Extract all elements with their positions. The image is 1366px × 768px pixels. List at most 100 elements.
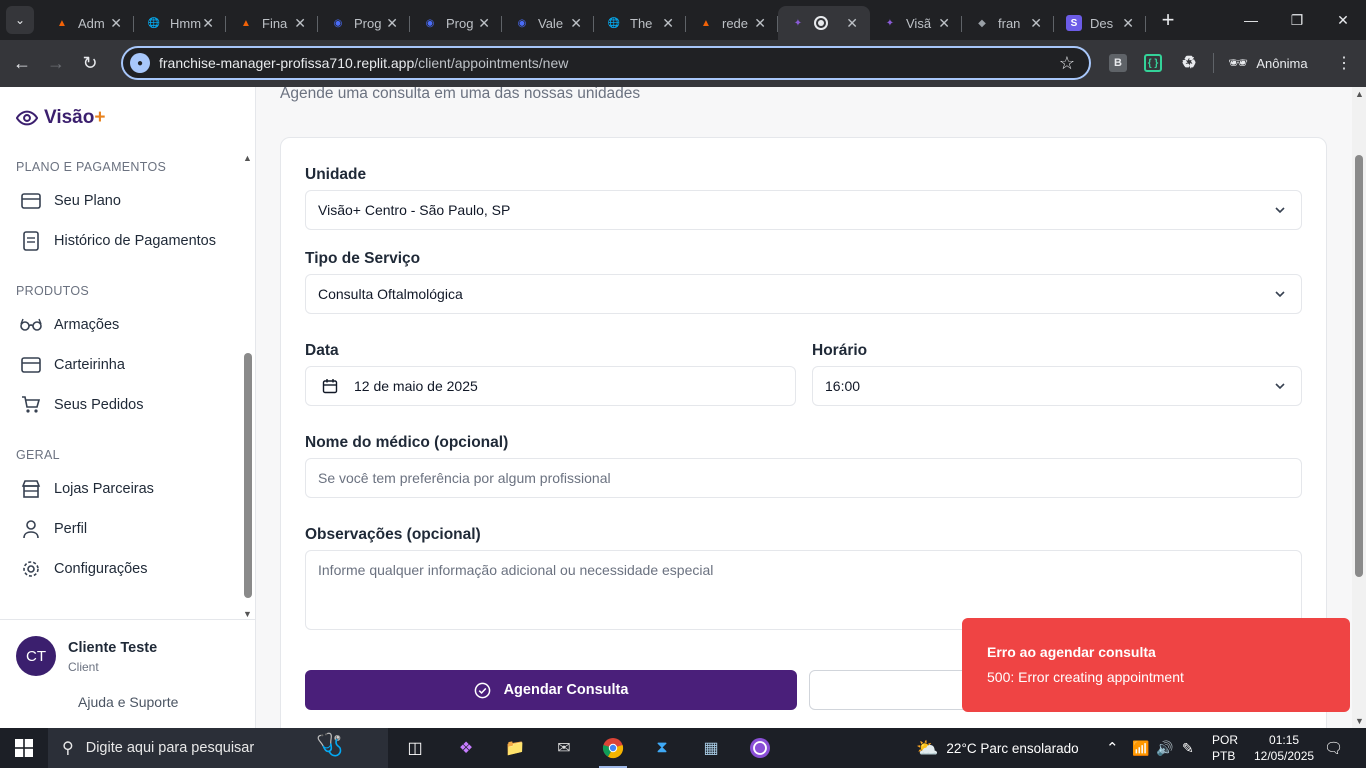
sidebar-item-pedidos[interactable]: Seus Pedidos [20, 387, 230, 423]
browser-tab[interactable]: ✦ Visã ✕ [870, 6, 962, 40]
submit-appointment-button[interactable]: Agendar Consulta [305, 670, 797, 710]
browser-tab[interactable]: 🌐 The ✕ [594, 6, 686, 40]
browser-menu-icon[interactable]: ⋮ [1336, 53, 1352, 73]
sidebar-item-historico[interactable]: Histórico de Pagamentos [20, 223, 230, 259]
edge-icon[interactable]: ⧗ [644, 732, 680, 764]
close-tab-icon[interactable]: ✕ [662, 15, 674, 32]
copilot-icon[interactable]: ❖ [448, 732, 484, 764]
extension-bracket-icon[interactable]: { } [1140, 50, 1166, 76]
chevron-down-icon [1275, 291, 1285, 298]
close-tab-icon[interactable]: ✕ [938, 15, 950, 32]
volume-icon[interactable]: 🔊 [1156, 728, 1173, 768]
unit-select[interactable]: Visão+ Centro - São Paulo, SP [305, 190, 1302, 230]
browser-tab[interactable]: ▲ rede ✕ [686, 6, 778, 40]
extension-b-icon[interactable]: B [1105, 50, 1131, 76]
avatar[interactable]: CT [16, 636, 56, 676]
new-tab-button[interactable]: + [1154, 7, 1182, 33]
pen-icon[interactable]: ✎ [1182, 728, 1194, 768]
help-link[interactable]: Ajuda e Suporte [78, 694, 178, 710]
language-code: POR [1212, 733, 1239, 747]
notes-app-icon[interactable]: ▦ [693, 732, 729, 764]
service-select[interactable]: Consulta Oftalmológica [305, 274, 1302, 314]
scroll-down-icon[interactable]: ▼ [243, 609, 252, 619]
mail-icon[interactable]: ✉ [546, 732, 582, 764]
error-toast[interactable]: Erro ao agendar consulta 500: Error crea… [962, 618, 1350, 712]
close-window-icon[interactable]: ✕ [1320, 0, 1366, 40]
url-text[interactable]: franchise-manager-profissa710.replit.app… [159, 55, 568, 71]
close-tab-icon[interactable]: ✕ [294, 15, 306, 32]
extensions-puzzle-icon[interactable]: ♻ [1176, 50, 1202, 76]
language-indicator[interactable]: POR PTB [1212, 732, 1238, 764]
browser-tab[interactable]: ◉ Prog ✕ [410, 6, 502, 40]
sidebar-item-armacoes[interactable]: Armações [20, 307, 230, 343]
firefox-icon: ◉ [425, 17, 435, 29]
windows-start-icon[interactable] [0, 728, 48, 768]
network-icon[interactable]: 📶 [1132, 728, 1149, 768]
scrollbar-thumb[interactable] [1355, 155, 1363, 577]
show-hidden-icons-chevron-icon[interactable]: ⌃ [1106, 728, 1119, 768]
browser-toolbar: ← → ↻ ● franchise-manager-profissa710.re… [0, 40, 1366, 87]
close-tab-icon[interactable]: ✕ [386, 15, 398, 32]
scroll-down-icon[interactable]: ▼ [1355, 716, 1364, 726]
sidebar-item-label: Perfil [54, 521, 88, 537]
browser-tab[interactable]: ▲ Fina ✕ [226, 6, 318, 40]
sidebar-item-label: Armações [54, 317, 120, 333]
minimize-icon[interactable]: — [1228, 0, 1274, 40]
tab-title: Vale [538, 15, 564, 31]
close-tab-icon[interactable]: ✕ [202, 15, 214, 32]
browser-tab[interactable]: ✦ ✕ [778, 6, 870, 40]
close-tab-icon[interactable]: ✕ [1030, 15, 1042, 32]
close-tab-icon[interactable]: ✕ [754, 15, 766, 32]
browser-tab[interactable]: ◆ fran ✕ [962, 6, 1054, 40]
sidebar-item-carteirinha[interactable]: Carteirinha [20, 347, 230, 383]
notifications-icon[interactable]: 🗨 [1324, 728, 1343, 768]
task-view-icon[interactable]: ◫ [397, 732, 433, 764]
restore-icon[interactable]: ❐ [1274, 0, 1320, 40]
site-info-icon[interactable]: ● [130, 53, 150, 73]
scroll-up-icon[interactable]: ▲ [243, 153, 252, 163]
incognito-label: Anônima [1256, 55, 1308, 71]
time-select[interactable]: 16:00 [812, 366, 1302, 406]
tab-search-chevron-icon[interactable]: ⌄ [6, 6, 34, 34]
back-arrow-icon[interactable]: ← [5, 47, 39, 81]
file-explorer-icon[interactable]: 📁 [497, 732, 533, 764]
scrollbar-thumb[interactable] [244, 353, 252, 598]
close-tab-icon[interactable]: ✕ [478, 15, 490, 32]
incognito-indicator[interactable]: 🕶 Anônima [1228, 48, 1308, 78]
taskbar-search[interactable]: ⚲ Digite aqui para pesquisar 🩺 [48, 728, 388, 768]
chrome-icon[interactable] [595, 732, 631, 768]
sidebar-item-seu-plano[interactable]: Seu Plano [20, 183, 230, 219]
sidebar-item-lojas[interactable]: Lojas Parceiras [20, 471, 230, 507]
browser-tab[interactable]: ◉ Vale ✕ [502, 6, 594, 40]
forward-arrow-icon[interactable]: → [39, 47, 73, 81]
date-picker[interactable]: 12 de maio de 2025 [305, 366, 796, 406]
sidebar-item-configuracoes[interactable]: Configurações [20, 551, 230, 587]
browser-tab[interactable]: S Des ✕ [1054, 6, 1146, 40]
doctor-field[interactable] [305, 458, 1302, 498]
sidebar-item-perfil[interactable]: Perfil [20, 511, 230, 547]
close-tab-icon[interactable]: ✕ [110, 15, 122, 32]
github-icon[interactable] [742, 732, 778, 764]
weather-widget[interactable]: ⛅ 22°C Parc ensolarado [916, 728, 1079, 768]
browser-tab[interactable]: ◉ Prog ✕ [318, 6, 410, 40]
notes-textarea[interactable] [318, 562, 1301, 622]
date-value: 12 de maio de 2025 [354, 378, 478, 394]
page-scrollbar[interactable]: ▲ ▼ [1352, 87, 1366, 728]
reload-icon[interactable]: ↻ [73, 47, 107, 81]
address-bar[interactable]: ● franchise-manager-profissa710.replit.a… [121, 46, 1091, 80]
system-clock[interactable]: 01:15 12/05/2025 [1254, 732, 1314, 764]
url-path: /client/appointments/new [414, 55, 569, 71]
unit-value: Visão+ Centro - São Paulo, SP [318, 202, 511, 218]
scroll-up-icon[interactable]: ▲ [1355, 89, 1364, 99]
recording-icon [814, 16, 828, 30]
bookmark-star-icon[interactable]: ☆ [1059, 53, 1075, 74]
brand-logo[interactable]: Visão + [16, 107, 105, 129]
sidebar-scrollbar[interactable]: ▲ ▼ [243, 153, 253, 619]
close-tab-icon[interactable]: ✕ [570, 15, 582, 32]
close-tab-icon[interactable]: ✕ [846, 15, 858, 32]
browser-tab[interactable]: 🌐 Hmm ✕ [134, 6, 226, 40]
doctor-input[interactable] [318, 470, 1301, 486]
brand-plus: + [94, 107, 106, 128]
browser-tab[interactable]: ▲ Adm ✕ [42, 6, 134, 40]
close-tab-icon[interactable]: ✕ [1122, 15, 1134, 32]
